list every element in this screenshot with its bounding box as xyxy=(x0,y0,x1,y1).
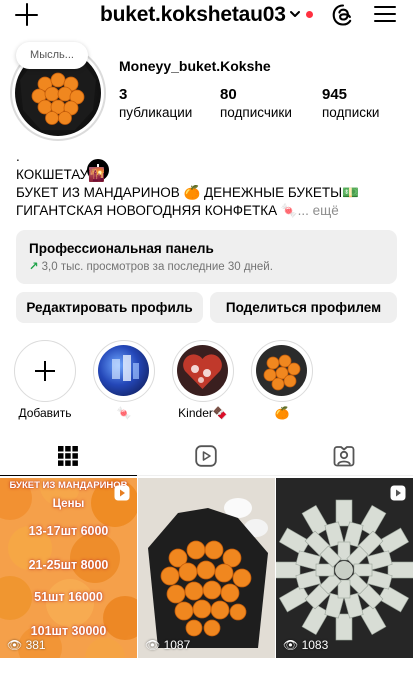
following-count: 945 xyxy=(322,86,348,103)
tagged-icon xyxy=(333,446,355,467)
post-image xyxy=(138,478,275,658)
profile-tabs xyxy=(0,436,413,476)
trend-up-icon: ↗ xyxy=(29,261,39,273)
plus-icon xyxy=(35,361,55,381)
post-overlay-text: 101шт 30000 xyxy=(30,624,107,638)
highlight-label: 🍊 xyxy=(274,406,290,420)
chevron-down-icon[interactable] xyxy=(289,8,301,20)
highlight-item[interactable]: 🍊 xyxy=(251,340,313,420)
notification-dot xyxy=(306,11,313,18)
share-profile-button[interactable]: Поделиться профилем xyxy=(210,292,397,323)
bio-more-link[interactable]: ... ещё xyxy=(298,203,339,218)
eye-icon: 👁 xyxy=(283,638,302,652)
view-count: 👁 381 xyxy=(7,638,46,652)
highlight-cover xyxy=(256,345,307,396)
post-overlay-text: 13-17шт 6000 xyxy=(28,524,109,538)
profile-avatar[interactable]: Мысль... xyxy=(10,42,111,183)
post-overlay-text: 51шт 16000 xyxy=(34,590,103,604)
highlight-label: Добавить xyxy=(18,406,72,420)
posts-label: публикации xyxy=(119,105,193,120)
highlight-label: 🍬 xyxy=(116,406,132,420)
professional-dashboard[interactable]: Профессиональная панель ↗ 3,0 тыс. просмо… xyxy=(16,230,397,284)
highlight-item[interactable]: Kinder🍫 xyxy=(172,340,234,420)
note-bubble[interactable]: Мысль... xyxy=(16,42,88,69)
profile-bio: . КОКШЕТАУ🌇 БУКЕТ ИЗ МАНДАРИНОВ 🍊 ДЕНЕЖН… xyxy=(16,148,406,220)
grid-icon xyxy=(58,446,78,466)
pro-panel-subtitle: ↗ 3,0 тыс. просмотров за последние 30 дне… xyxy=(29,261,273,273)
view-count: 👁 1087 xyxy=(145,638,191,652)
profile-username[interactable]: buket.kokshetau03 xyxy=(100,3,286,27)
bio-line: КОКШЕТАУ🌇 xyxy=(16,167,106,182)
pro-panel-title: Профессиональная панель xyxy=(29,241,214,256)
top-bar: buket.kokshetau03 xyxy=(0,0,413,32)
tab-reels[interactable] xyxy=(138,436,275,476)
eye-icon: 👁 xyxy=(7,638,26,652)
stat-posts[interactable]: 3 публикации xyxy=(119,86,192,120)
posts-count: 3 xyxy=(119,86,128,103)
edit-profile-button[interactable]: Редактировать профиль xyxy=(16,292,203,323)
followers-count: 80 xyxy=(220,86,237,103)
reels-icon xyxy=(114,485,130,501)
highlight-item[interactable]: 🍬 xyxy=(93,340,155,420)
tab-grid[interactable] xyxy=(0,436,137,476)
bio-line: ГИГАНТСКАЯ НОВОГОДНЯЯ КОНФЕТКА 🍬... ещё xyxy=(16,203,339,218)
post-thumbnail[interactable]: 👁 1087 xyxy=(138,478,275,658)
stat-followers[interactable]: 80 подписчики xyxy=(220,86,292,120)
display-name: Moneyy_buket.Kokshe xyxy=(119,58,271,74)
eye-icon: 👁 xyxy=(145,638,164,652)
highlight-new[interactable]: Добавить xyxy=(14,340,76,420)
reels-icon xyxy=(390,485,406,501)
bottom-spacer xyxy=(0,660,413,699)
plus-icon[interactable] xyxy=(14,2,40,28)
post-thumbnail[interactable]: БУКЕТ ИЗ МАНДАРИНОВ Цены 13-17шт 6000 21… xyxy=(0,478,137,658)
view-count: 👁 1083 xyxy=(283,638,329,652)
tab-tagged[interactable] xyxy=(276,436,413,476)
post-overlay-text: 21-25шт 8000 xyxy=(28,558,109,572)
followers-label: подписчики xyxy=(220,105,292,120)
stat-following[interactable]: 945 подписки xyxy=(322,86,379,120)
post-image xyxy=(276,478,413,658)
bio-line: БУКЕТ ИЗ МАНДАРИНОВ 🍊 ДЕНЕЖНЫЕ БУКЕТЫ💵 xyxy=(16,185,359,200)
reels-icon xyxy=(195,445,217,467)
post-thumbnail[interactable]: 👁 1083 xyxy=(276,478,413,658)
menu-icon[interactable] xyxy=(374,4,396,24)
threads-icon[interactable] xyxy=(331,3,355,27)
highlight-cover xyxy=(98,345,149,396)
highlight-cover xyxy=(177,345,228,396)
following-label: подписки xyxy=(322,105,380,120)
bio-line: . xyxy=(16,149,20,164)
highlight-label: Kinder🍫 xyxy=(178,406,228,420)
